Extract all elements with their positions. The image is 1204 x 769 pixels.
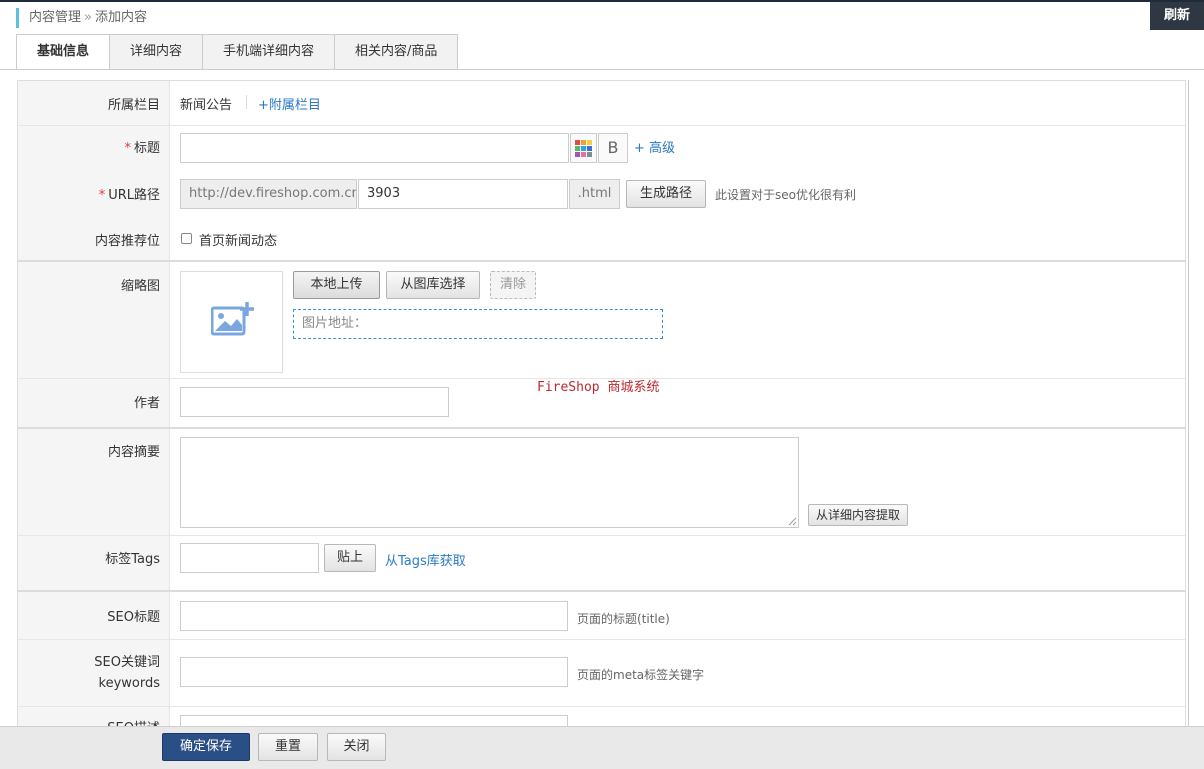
row-seo-keywords: SEO关键词 keywords 页面的meta标签关键字: [18, 640, 1185, 706]
clear-image-button[interactable]: 清除: [490, 271, 536, 299]
bold-button[interactable]: B: [598, 133, 628, 163]
author-label: 作者: [133, 396, 160, 411]
url-prefix: http://dev.fireshop.com.cn: [180, 179, 357, 209]
row-summary: 内容摘要 从详细内容提取: [18, 429, 1185, 535]
save-button[interactable]: 确定保存: [162, 733, 250, 761]
row-recommend: 内容推荐位 首页新闻动态: [18, 216, 1185, 260]
breadcrumb-current: 添加内容: [94, 10, 147, 25]
row-title: * 标题 B + 高级: [18, 126, 1185, 171]
refresh-button[interactable]: 刷新: [1150, 2, 1204, 30]
summary-textarea[interactable]: [180, 437, 799, 528]
required-mark: *: [124, 141, 131, 156]
url-hint: 此设置对于seo优化很有利: [715, 188, 856, 202]
top-border: [0, 0, 1204, 2]
tags-input[interactable]: [180, 543, 319, 573]
add-sub-category-link[interactable]: +附属栏目: [258, 94, 321, 113]
tab-basic-info[interactable]: 基础信息: [16, 34, 110, 70]
seo-title-input[interactable]: [180, 601, 568, 631]
generate-path-button[interactable]: 生成路径: [626, 180, 706, 208]
color-picker-button[interactable]: [570, 133, 597, 163]
breadcrumb-parent[interactable]: 内容管理: [29, 10, 81, 25]
seo-keywords-label-en: keywords: [98, 676, 160, 691]
scrollbar[interactable]: [1188, 80, 1189, 726]
summary-label: 内容摘要: [107, 445, 160, 460]
watermark-text: FireShop 商城系统: [537, 380, 660, 395]
recommend-label: 内容推荐位: [94, 234, 160, 249]
advanced-link[interactable]: + 高级: [634, 137, 675, 156]
row-tags: 标签Tags 贴上 从Tags库获取: [18, 536, 1185, 590]
row-seo-description: SEO描述: [18, 707, 1185, 728]
breadcrumb: 内容管理» 添加内容: [16, 8, 147, 28]
row-thumbnail: 缩略图 本地上传 从图库选择 清除 图片地址：: [18, 262, 1185, 378]
author-input[interactable]: [180, 387, 449, 417]
tab-mobile-detail[interactable]: 手机端详细内容: [202, 34, 335, 70]
url-path-input[interactable]: 3903: [358, 179, 568, 209]
url-label-text: URL路径: [108, 188, 160, 203]
seo-keywords-input[interactable]: [180, 657, 568, 687]
tab-divider: [0, 69, 1204, 70]
url-label: * URL路径: [18, 184, 160, 203]
content-form: 所属栏目 新闻公告 +附属栏目 * 标题 B + 高级 * URL路径 http:/…: [17, 80, 1186, 728]
seo-keywords-label: SEO关键词: [94, 655, 160, 670]
tab-related-content[interactable]: 相关内容/商品: [334, 34, 459, 70]
tab-bar: 基础信息 详细内容 手机端详细内容 相关内容/商品: [16, 34, 459, 70]
thumbnail-label: 缩略图: [120, 279, 160, 294]
reset-button[interactable]: 重置: [258, 733, 318, 761]
seo-title-hint: 页面的标题(title): [577, 612, 670, 626]
title-label: * 标题: [18, 137, 160, 156]
url-suffix: .html: [569, 179, 620, 209]
extract-from-detail-button[interactable]: 从详细内容提取: [808, 504, 908, 526]
tags-label: 标签Tags: [105, 552, 160, 567]
row-seo-title: SEO标题 页面的标题(title): [18, 592, 1185, 639]
row-url: * URL路径 http://dev.fireshop.com.cn 3903 .…: [18, 171, 1185, 216]
category-value: 新闻公告: [180, 98, 233, 113]
tab-detail-content[interactable]: 详细内容: [109, 34, 203, 70]
row-category: 所属栏目 新闻公告 +附属栏目: [18, 81, 1185, 125]
close-button[interactable]: 关闭: [327, 733, 386, 761]
image-address-input[interactable]: 图片地址：: [293, 309, 663, 339]
title-input[interactable]: [180, 133, 569, 163]
required-mark: *: [98, 188, 106, 203]
category-divider: [246, 95, 247, 109]
homepage-news-option-label[interactable]: 首页新闻动态: [199, 230, 277, 249]
gallery-select-button[interactable]: 从图库选择: [386, 271, 480, 299]
breadcrumb-separator: »: [84, 10, 92, 25]
thumbnail-preview[interactable]: [180, 271, 283, 373]
local-upload-button[interactable]: 本地上传: [293, 271, 380, 299]
seo-title-label: SEO标题: [107, 610, 160, 625]
homepage-news-checkbox[interactable]: [181, 233, 192, 244]
add-image-icon: [211, 302, 254, 336]
tags-library-link[interactable]: 从Tags库获取: [385, 550, 466, 569]
resize-handle-icon[interactable]: [788, 517, 797, 526]
footer-toolbar: 确定保存 重置 关闭: [0, 726, 1204, 769]
paste-tags-button[interactable]: 贴上: [324, 544, 376, 572]
title-label-text: 标题: [133, 141, 160, 156]
seo-keywords-hint: 页面的meta标签关键字: [577, 668, 705, 682]
color-palette-icon: [575, 140, 592, 157]
category-label: 所属栏目: [107, 98, 160, 113]
